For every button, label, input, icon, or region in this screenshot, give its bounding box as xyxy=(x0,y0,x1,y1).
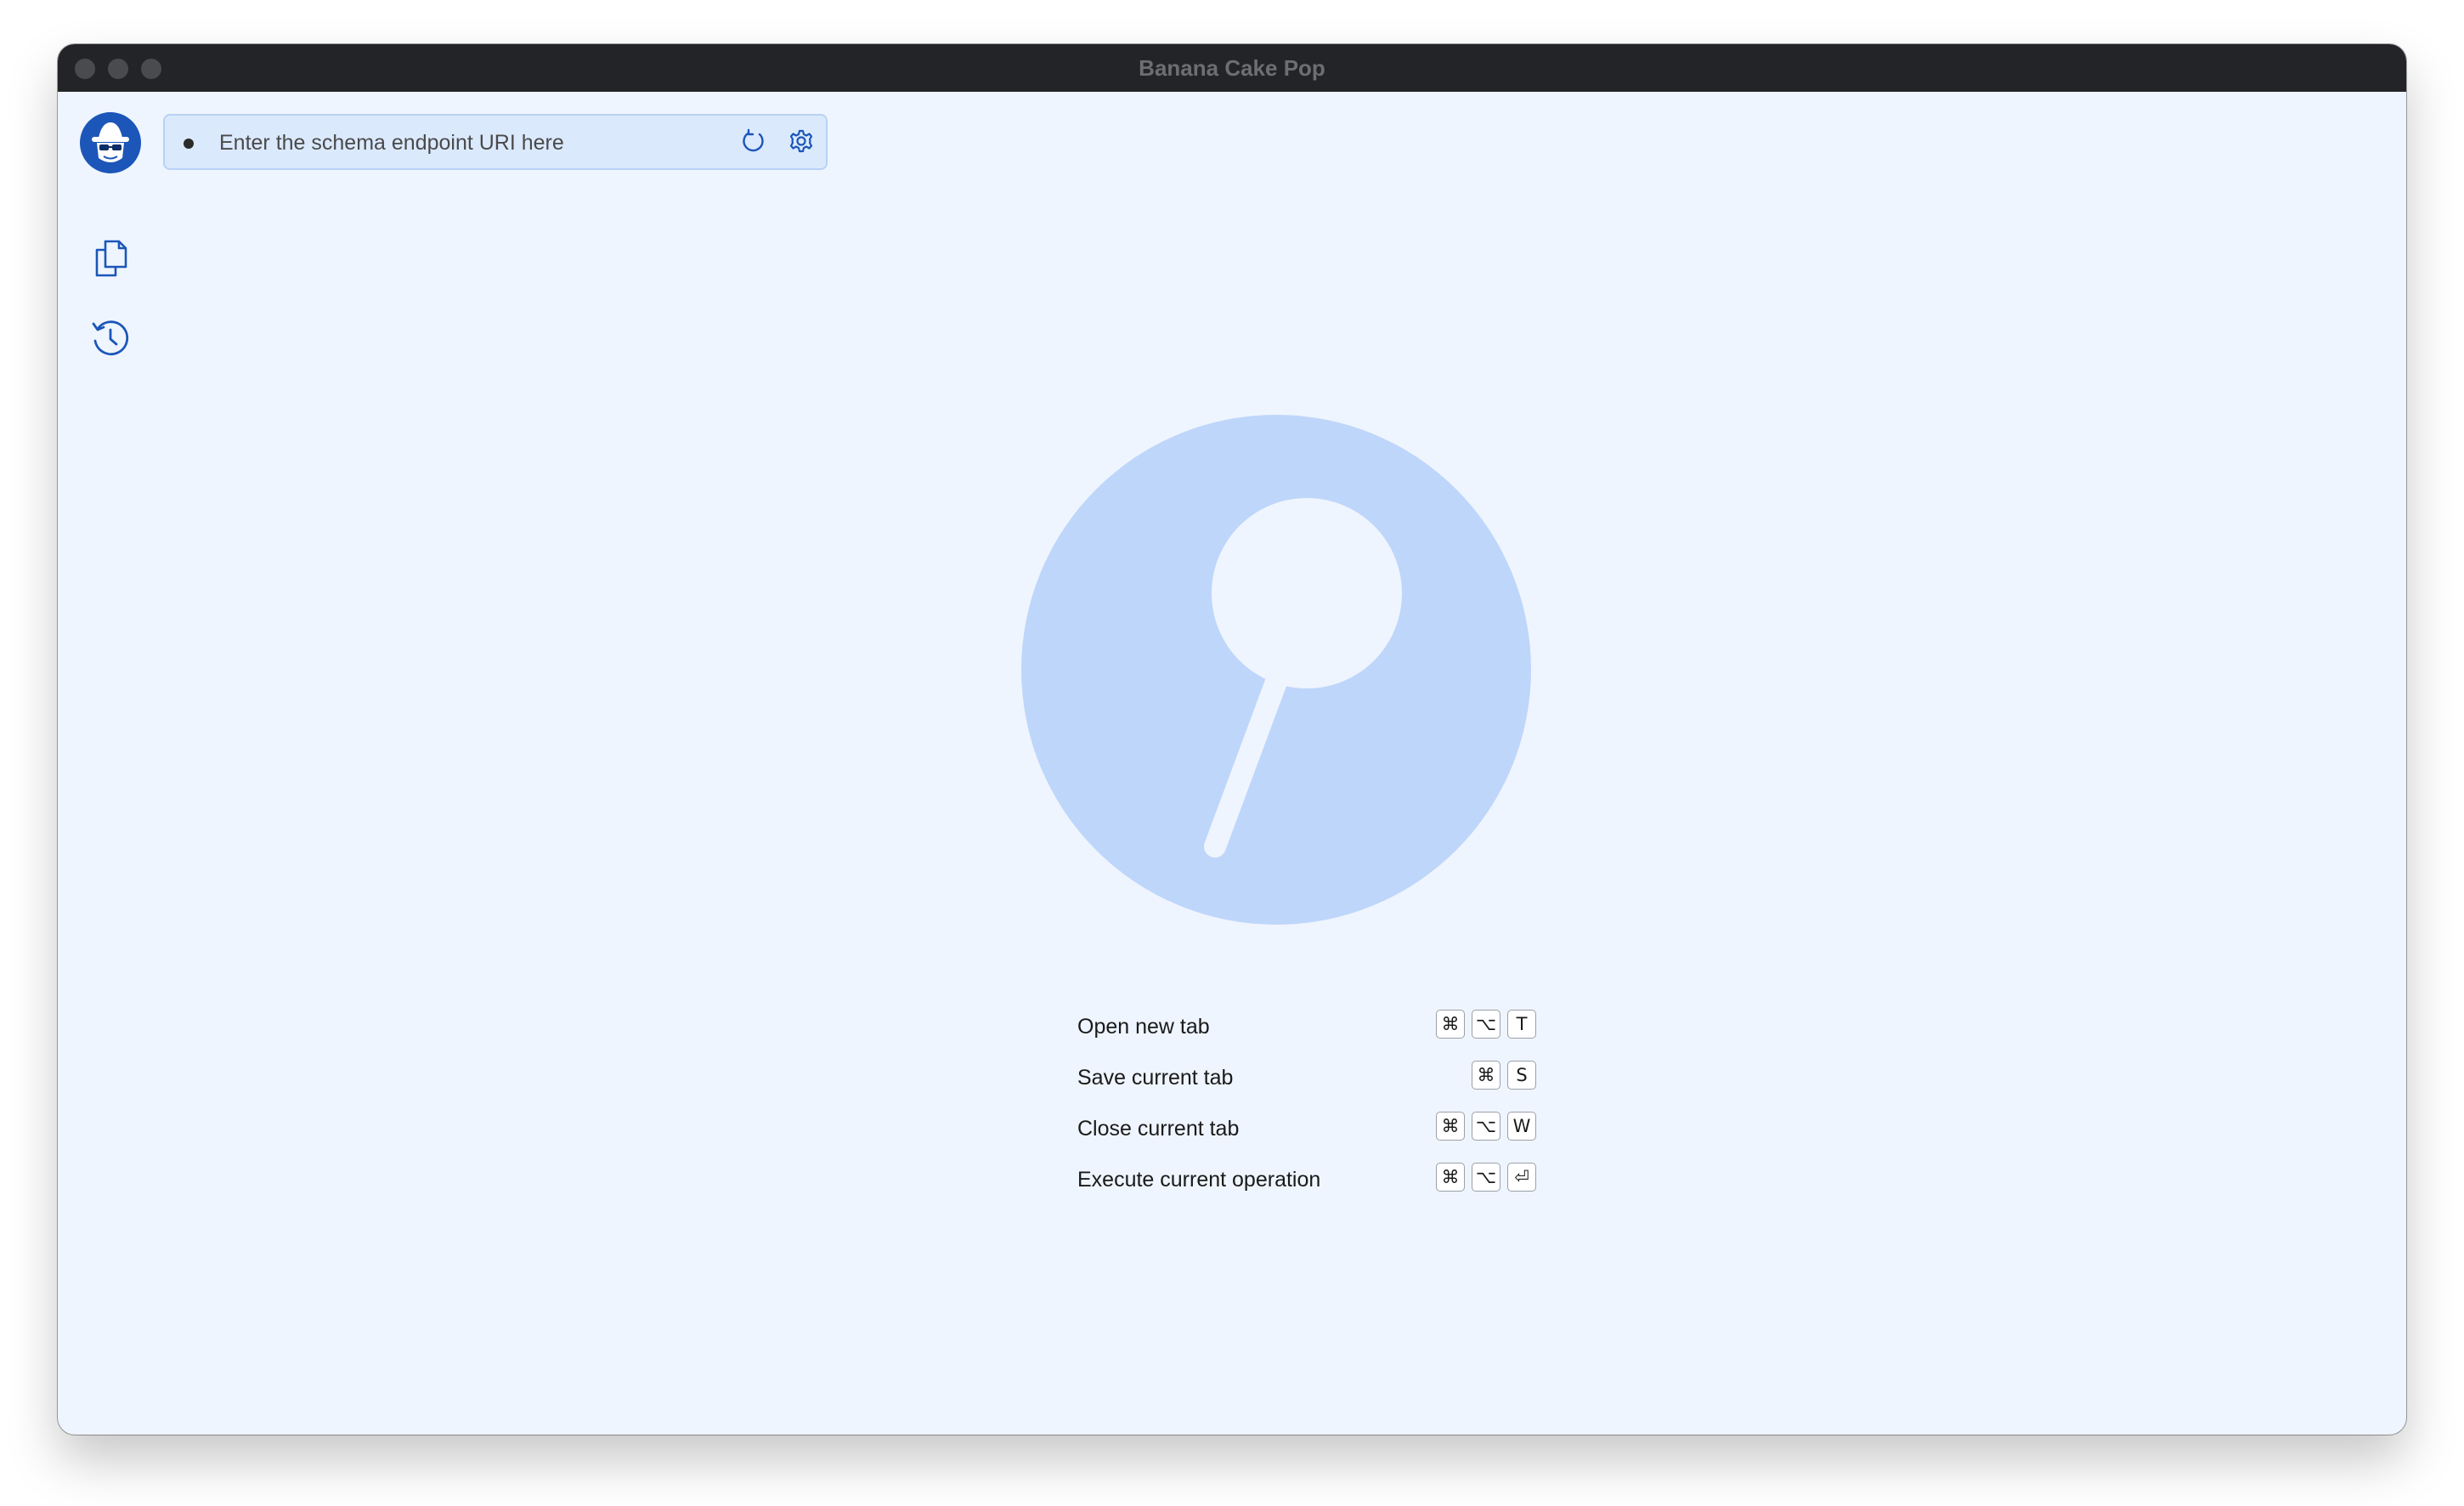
connection-settings-button[interactable] xyxy=(787,128,816,157)
window-title: Banana Cake Pop xyxy=(1139,55,1325,81)
shortcut-label: Open new tab xyxy=(1077,1015,1210,1039)
documents-button[interactable] xyxy=(88,238,133,282)
shortcut-close-current-tab: Close current tab ⌘ ⌥ W xyxy=(1077,1107,1536,1158)
shortcut-open-new-tab: Open new tab ⌘ ⌥ T xyxy=(1077,1005,1536,1056)
connection-status-dot xyxy=(184,139,194,149)
gear-icon xyxy=(788,128,814,158)
history-button[interactable] xyxy=(88,318,133,362)
command-key: ⌘ xyxy=(1436,1010,1465,1039)
documents-icon xyxy=(92,238,129,283)
banana-cake-pop-illustration xyxy=(1021,415,1531,925)
title-bar: Banana Cake Pop xyxy=(58,44,2406,92)
return-key: ⏎ xyxy=(1507,1163,1536,1192)
app-logo-icon[interactable] xyxy=(80,112,141,173)
shortcut-save-current-tab: Save current tab ⌘ S xyxy=(1077,1056,1536,1107)
shortcut-label: Close current tab xyxy=(1077,1117,1240,1141)
shortcut-label: Execute current operation xyxy=(1077,1168,1321,1192)
schema-endpoint-bar xyxy=(163,114,828,170)
shortcut-execute-current-operation: Execute current operation ⌘ ⌥ ⏎ xyxy=(1077,1158,1536,1209)
schema-endpoint-input[interactable] xyxy=(219,124,695,161)
option-key: ⌥ xyxy=(1472,1112,1500,1141)
s-key: S xyxy=(1507,1061,1536,1090)
command-key: ⌘ xyxy=(1436,1112,1465,1141)
option-key: ⌥ xyxy=(1472,1010,1500,1039)
keyboard-shortcuts-list: Open new tab ⌘ ⌥ T Save current tab ⌘ S … xyxy=(1077,1005,1536,1209)
app-window: Banana Cake Pop Enter the schema endpoin… xyxy=(58,44,2406,1435)
t-key: T xyxy=(1507,1010,1536,1039)
command-key: ⌘ xyxy=(1436,1163,1465,1192)
history-icon xyxy=(91,319,130,362)
w-key: W xyxy=(1507,1112,1536,1141)
refresh-icon xyxy=(741,128,766,158)
command-key: ⌘ xyxy=(1472,1061,1500,1090)
option-key: ⌥ xyxy=(1472,1163,1500,1192)
refresh-schema-button[interactable] xyxy=(739,128,768,157)
shortcut-label: Save current tab xyxy=(1077,1066,1234,1090)
